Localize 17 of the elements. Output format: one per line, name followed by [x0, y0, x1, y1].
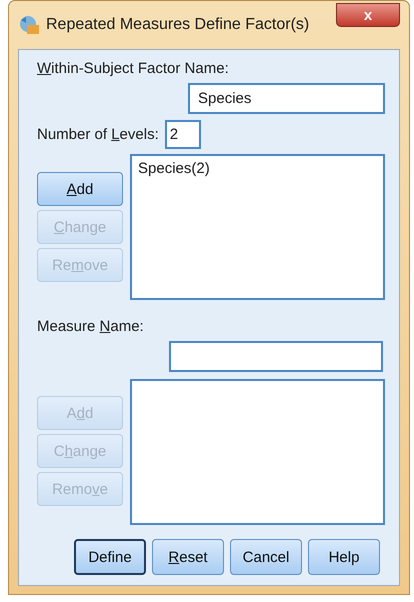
measure-name-field[interactable] [169, 341, 383, 372]
app-icon [18, 14, 40, 36]
factor-name-label: Within-Subject Factor Name: [37, 60, 230, 77]
dialog-button[interactable]: Reset [152, 539, 224, 575]
close-button[interactable]: x [336, 3, 400, 27]
dialog-button[interactable]: Help [308, 539, 380, 575]
factor-list[interactable]: Species(2) [130, 154, 385, 300]
levels-field[interactable]: 2 [164, 120, 201, 149]
factor-list-item[interactable]: Species(2) [138, 160, 377, 177]
measure-list[interactable] [130, 379, 385, 525]
levels-label: Number of Levels: [37, 126, 159, 143]
factor-name-field[interactable]: Species [188, 83, 385, 114]
dialog-button[interactable]: Cancel [230, 539, 302, 575]
dialog-button[interactable]: Define [74, 539, 146, 575]
measure-name-label: Measure Name: [37, 318, 145, 335]
factor-button[interactable]: Add [37, 172, 123, 206]
window-title: Repeated Measures Define Factor(s) [46, 16, 310, 34]
